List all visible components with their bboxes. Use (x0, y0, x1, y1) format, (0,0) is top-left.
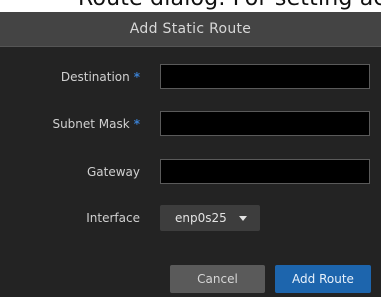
destination-label-text: Destination (60, 70, 130, 84)
destination-required-marker: * (133, 70, 140, 84)
caret-down-icon (239, 216, 247, 221)
add-static-route-dialog: Add Static Route Destination * Subnet Mas… (0, 12, 381, 297)
gateway-label-text: Gateway (86, 165, 140, 179)
destination-input[interactable] (160, 64, 370, 89)
cancel-button[interactable]: Cancel (170, 265, 265, 293)
interface-label: Interface (86, 211, 140, 225)
dialog-header: Add Static Route (0, 12, 381, 47)
gateway-input[interactable] (160, 159, 370, 184)
subnet-mask-input[interactable] (160, 111, 370, 136)
gateway-label: Gateway (87, 165, 140, 179)
subnet-mask-label: Subnet Mask * (52, 117, 140, 131)
interface-selected-value: enp0s25 (175, 211, 227, 225)
background-page-text: Route dialog. For setting ae (78, 0, 381, 11)
subnet-mask-required-marker: * (133, 117, 140, 131)
add-route-button[interactable]: Add Route (275, 265, 371, 293)
subnet-mask-label-text: Subnet Mask (52, 117, 130, 131)
interface-label-text: Interface (86, 211, 140, 225)
background-page-strip: Route dialog. For setting ae (0, 0, 381, 12)
dialog-title: Add Static Route (129, 21, 252, 37)
destination-label: Destination * (61, 70, 140, 84)
interface-select[interactable]: enp0s25 (160, 205, 260, 231)
